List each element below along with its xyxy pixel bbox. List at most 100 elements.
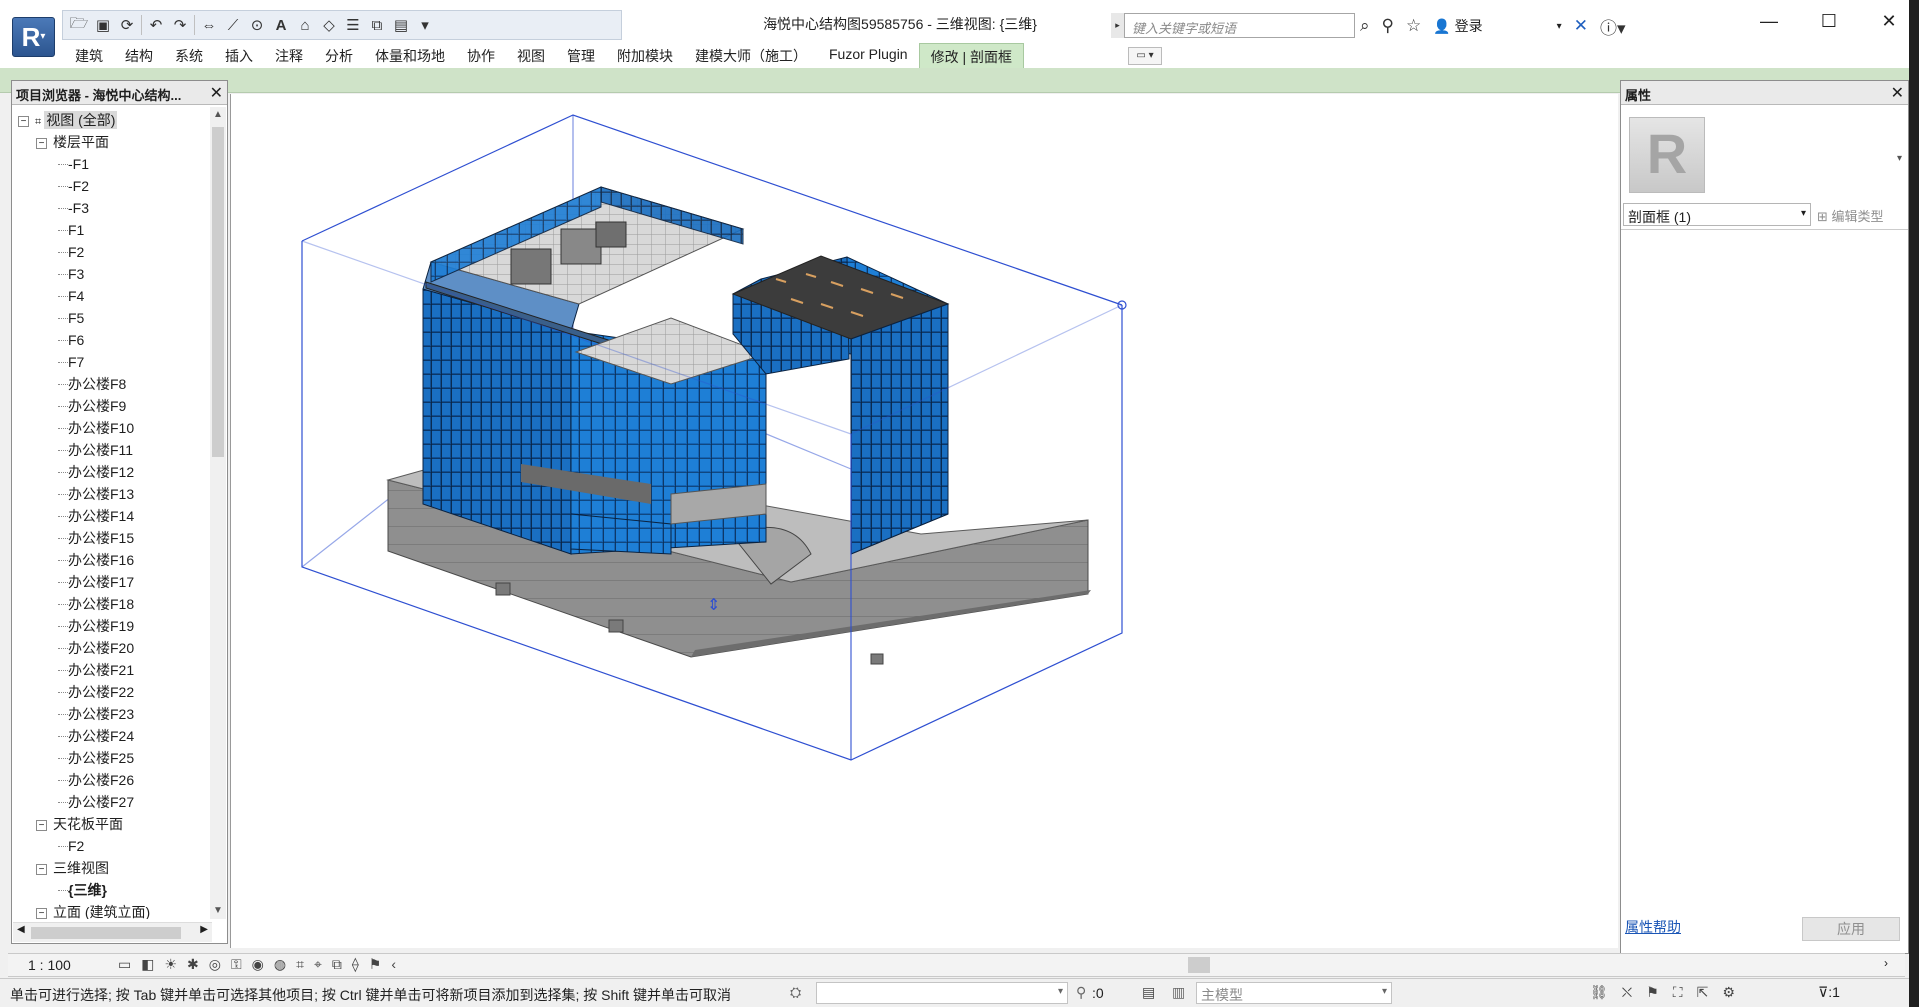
tree-item-floor-plan[interactable]: F3: [12, 263, 212, 285]
subscription-icon[interactable]: ⚲: [1382, 16, 1394, 36]
instance-selector[interactable]: 剖面框 (1) ▾: [1623, 203, 1811, 226]
select-underlay-icon[interactable]: ⛌: [1622, 984, 1632, 1001]
tree-item-floor-plan[interactable]: 办公楼F8: [12, 373, 212, 395]
section-box-arrow-icon[interactable]: ⇕: [707, 595, 720, 614]
tree-item-floor-plan[interactable]: F4: [12, 285, 212, 307]
redo-icon[interactable]: ↷: [170, 15, 190, 35]
analysis-icon[interactable]: ⌖: [314, 956, 322, 973]
dimension-icon[interactable]: ⟋: [223, 15, 243, 35]
collapse-icon[interactable]: −: [36, 819, 47, 831]
tree-item-floor-plan[interactable]: -F3: [12, 197, 212, 219]
reveal-hidden-icon[interactable]: ◍: [274, 956, 286, 973]
thin-lines-icon[interactable]: ☰: [343, 15, 363, 35]
close-icon[interactable]: ✕: [210, 83, 223, 103]
tree-item-floor-plan[interactable]: 办公楼F10: [12, 417, 212, 439]
highlight-icon[interactable]: ⚑: [369, 956, 382, 973]
tree-item-floor-plan[interactable]: 办公楼F12: [12, 461, 212, 483]
favorites-icon[interactable]: ☆: [1406, 16, 1421, 36]
tree-ceiling-plans[interactable]: − 天花板平面: [12, 813, 212, 835]
exchange-icon[interactable]: ✕: [1574, 16, 1588, 36]
drag-on-selection-icon[interactable]: ⇱: [1697, 984, 1709, 1001]
scroll-up-icon[interactable]: ▲: [210, 107, 226, 123]
tab-architecture[interactable]: 建筑: [64, 43, 114, 68]
tree-item-floor-plan[interactable]: 办公楼F22: [12, 681, 212, 703]
tree-floor-plans[interactable]: − 楼层平面: [12, 131, 212, 153]
browser-horizontal-scrollbar[interactable]: ◀ ▶: [13, 922, 212, 942]
tree-item-floor-plan[interactable]: F7: [12, 351, 212, 373]
workset-icon[interactable]: ⛭: [790, 984, 801, 1001]
tree-item-floor-plan[interactable]: F6: [12, 329, 212, 351]
tab-modify-section-box[interactable]: 修改 | 剖面框: [918, 43, 1025, 68]
tab-collaborate[interactable]: 协作: [456, 43, 506, 68]
detail-level-icon[interactable]: ▭: [118, 956, 131, 973]
save-icon[interactable]: ▣: [93, 15, 113, 35]
design-options-button-icon[interactable]: ▤: [1142, 984, 1155, 1001]
tree-elevations[interactable]: − 立面 (建筑立面): [12, 901, 212, 919]
tree-item-floor-plan[interactable]: 办公楼F24: [12, 725, 212, 747]
select-by-face-icon[interactable]: ⛶: [1673, 984, 1683, 1001]
tree-item-floor-plan[interactable]: 办公楼F9: [12, 395, 212, 417]
tab-structure[interactable]: 结构: [114, 43, 164, 68]
filter-count[interactable]: ⊽:1: [1818, 984, 1840, 1001]
tree-item[interactable]: F2: [12, 835, 212, 857]
collapse-left-icon[interactable]: ‹: [391, 956, 396, 973]
collapse-icon[interactable]: −: [36, 863, 47, 875]
ribbon-minimize-icon[interactable]: ▭ ▾: [1128, 47, 1162, 65]
constraints-icon[interactable]: ⟠: [352, 956, 359, 973]
render-icon[interactable]: ◎: [209, 956, 221, 973]
tree-item-floor-plan[interactable]: 办公楼F27: [12, 791, 212, 813]
3d-view-icon[interactable]: ⌂: [295, 15, 315, 35]
open-icon[interactable]: 🗁: [69, 15, 89, 35]
text-icon[interactable]: A: [271, 15, 291, 35]
application-menu-button[interactable]: R▾: [12, 17, 55, 57]
editable-only-icon[interactable]: ▥: [1172, 984, 1185, 1001]
search-expand-icon[interactable]: ▸: [1111, 13, 1125, 38]
tree-item-floor-plan[interactable]: -F1: [12, 153, 212, 175]
tree-item-floor-plan[interactable]: 办公楼F21: [12, 659, 212, 681]
tree-item-floor-plan[interactable]: 办公楼F25: [12, 747, 212, 769]
scroll-thumb[interactable]: [212, 127, 224, 457]
type-selector-dropdown-icon[interactable]: ▾: [1897, 153, 1902, 164]
tab-analyze[interactable]: 分析: [314, 43, 364, 68]
tree-item-floor-plan[interactable]: 办公楼F11: [12, 439, 212, 461]
tab-fuzor-plugin[interactable]: Fuzor Plugin: [818, 43, 919, 68]
tab-annotate[interactable]: 注释: [264, 43, 314, 68]
apply-button[interactable]: 应用: [1802, 917, 1900, 941]
search-input[interactable]: 键入关键字或短语: [1111, 13, 1355, 38]
tree-item-floor-plan[interactable]: F5: [12, 307, 212, 329]
edit-type-button[interactable]: ⊞ 编辑类型: [1817, 203, 1905, 226]
worksharing-icon[interactable]: ⧉: [332, 956, 342, 973]
maximize-icon[interactable]: ☐: [1799, 0, 1859, 42]
tab-insert[interactable]: 插入: [214, 43, 264, 68]
tab-massing-site[interactable]: 体量和场地: [364, 43, 456, 68]
tree-root[interactable]: − ⌗ 视图 (全部): [12, 109, 212, 131]
switch-windows-icon[interactable]: ▤: [391, 15, 411, 35]
scroll-thumb[interactable]: [31, 927, 181, 939]
measure-icon[interactable]: ⇔: [199, 15, 219, 35]
tree-item-floor-plan[interactable]: 办公楼F14: [12, 505, 212, 527]
help-icon[interactable]: ⓘ▾: [1600, 14, 1626, 39]
visual-style-icon[interactable]: ◧: [141, 956, 154, 973]
undo-icon[interactable]: ↶: [146, 15, 166, 35]
tree-item-floor-plan[interactable]: F1: [12, 219, 212, 241]
close-icon[interactable]: ✕: [1891, 83, 1904, 103]
tree-item-floor-plan[interactable]: 办公楼F20: [12, 637, 212, 659]
select-links-icon[interactable]: ⛓: [1590, 984, 1608, 1001]
tab-manage[interactable]: 管理: [556, 43, 606, 68]
shadows-icon[interactable]: ✱: [187, 956, 199, 973]
tree-item-floor-plan[interactable]: F2: [12, 241, 212, 263]
building-model[interactable]: ⇕: [231, 94, 1619, 948]
sun-path-icon[interactable]: ☀: [164, 956, 177, 973]
3d-view-canvas[interactable]: ⇕: [230, 94, 1618, 948]
customize-icon[interactable]: ▾: [415, 15, 435, 35]
tree-item-floor-plan[interactable]: 办公楼F17: [12, 571, 212, 593]
scroll-left-icon[interactable]: ◀: [17, 924, 25, 935]
background-process-icon[interactable]: ⚙: [1722, 984, 1735, 1001]
tree-item-floor-plan[interactable]: 办公楼F16: [12, 549, 212, 571]
browser-vertical-scrollbar[interactable]: ▲ ▼: [210, 107, 226, 919]
tree-item-floor-plan[interactable]: 办公楼F23: [12, 703, 212, 725]
temporary-hide-icon[interactable]: ◉: [252, 956, 264, 973]
minimize-icon[interactable]: —: [1739, 0, 1799, 42]
select-pinned-icon[interactable]: ⚑: [1646, 984, 1659, 1001]
tab-systems[interactable]: 系统: [164, 43, 214, 68]
